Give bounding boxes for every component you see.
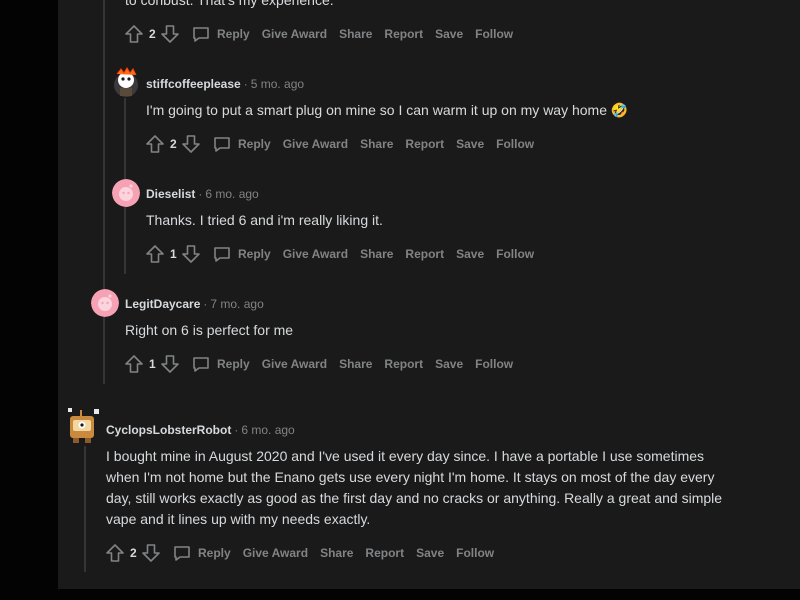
vote-score: 1 (149, 357, 156, 371)
vote-score: 2 (170, 137, 177, 151)
save-button[interactable]: Save (456, 247, 484, 261)
thread-line[interactable] (84, 446, 86, 572)
username-link[interactable]: LegitDaycare (125, 297, 200, 311)
comment-bubble-icon (214, 137, 230, 152)
share-button[interactable]: Share (339, 27, 372, 41)
follow-button[interactable]: Follow (496, 137, 534, 151)
report-button[interactable]: Report (405, 137, 444, 151)
give-award-button[interactable]: Give Award (283, 247, 348, 261)
give-award-button[interactable]: Give Award (262, 357, 327, 371)
avatar[interactable] (112, 179, 140, 207)
username-link[interactable]: Dieselist (146, 187, 195, 201)
reply-button[interactable]: Reply (191, 354, 250, 374)
comment-body: Right on 6 is perfect for me (125, 322, 294, 338)
save-button[interactable]: Save (456, 137, 484, 151)
thread-line[interactable] (103, 0, 105, 384)
give-award-button[interactable]: Give Award (243, 546, 308, 560)
separator-dot: · (203, 297, 208, 311)
comment-bubble-icon (174, 546, 190, 561)
comment-body: Thanks. I tried 6 and i'm really liking … (146, 212, 383, 228)
comment-line: vape and it lines up with my needs exact… (106, 511, 371, 527)
separator-dot: · (198, 187, 203, 201)
timestamp[interactable]: 6 mo. ago (241, 423, 294, 437)
share-button[interactable]: Share (360, 247, 393, 261)
downvote-icon[interactable] (159, 353, 181, 375)
comment-meta: Dieselist · 6 mo. ago (146, 186, 259, 202)
comment-actions: 1 Reply Give Award Share Report Save Fol… (144, 242, 534, 266)
share-button[interactable]: Share (360, 137, 393, 151)
downvote-icon[interactable] (180, 243, 202, 265)
save-button[interactable]: Save (416, 546, 444, 560)
report-button[interactable]: Report (384, 357, 423, 371)
upvote-icon[interactable] (104, 542, 126, 564)
report-button[interactable]: Report (365, 546, 404, 560)
upvote-icon[interactable] (144, 243, 166, 265)
comment-line: I bought mine in August 2020 and I've us… (106, 448, 705, 464)
save-button[interactable]: Save (435, 357, 463, 371)
share-button[interactable]: Share (320, 546, 353, 560)
comment-actions: 2 Reply Give Award Share Report Save Fol… (123, 22, 513, 46)
comment-meta: CyclopsLobsterRobot · 6 mo. ago (106, 422, 295, 438)
comment-actions: 1 Reply Give Award Share Report Save Fol… (123, 352, 513, 376)
timestamp[interactable]: 6 mo. ago (205, 187, 258, 201)
reply-button[interactable]: Reply (172, 543, 231, 563)
downvote-icon[interactable] (159, 23, 181, 45)
comment-line: day, still works exactly as good as the … (106, 490, 723, 506)
follow-button[interactable]: Follow (456, 546, 494, 560)
comment-body: to conbust. That's my experience. (125, 0, 334, 8)
report-button[interactable]: Report (384, 27, 423, 41)
timestamp[interactable]: 5 mo. ago (251, 77, 304, 91)
upvote-icon[interactable] (144, 133, 166, 155)
upvote-icon[interactable] (123, 23, 145, 45)
report-button[interactable]: Report (405, 247, 444, 261)
separator-dot: · (243, 77, 248, 91)
timestamp[interactable]: 7 mo. ago (210, 297, 263, 311)
vote-score: 2 (149, 27, 156, 41)
username-link[interactable]: CyclopsLobsterRobot (106, 423, 231, 437)
share-button[interactable]: Share (339, 357, 372, 371)
username-link[interactable]: stiffcoffeeplease (146, 77, 241, 91)
comment-meta: stiffcoffeeplease · 5 mo. ago (146, 76, 304, 92)
reply-button[interactable]: Reply (191, 24, 250, 44)
follow-button[interactable]: Follow (475, 357, 513, 371)
comment-line: when I'm not home but the Enano gets use… (106, 469, 715, 485)
upvote-icon[interactable] (123, 353, 145, 375)
separator-dot: · (234, 423, 239, 437)
downvote-icon[interactable] (180, 133, 202, 155)
follow-button[interactable]: Follow (475, 27, 513, 41)
avatar[interactable] (111, 66, 141, 98)
reply-button[interactable]: Reply (212, 134, 271, 154)
comment-meta: LegitDaycare · 7 mo. ago (125, 296, 264, 312)
comment-body: I bought mine in August 2020 and I've us… (106, 446, 786, 530)
follow-button[interactable]: Follow (496, 247, 534, 261)
downvote-icon[interactable] (140, 542, 162, 564)
avatar[interactable] (66, 406, 100, 444)
give-award-button[interactable]: Give Award (283, 137, 348, 151)
comment-body: I'm going to put a smart plug on mine so… (146, 102, 629, 118)
comment-bubble-icon (214, 247, 230, 262)
vote-score: 2 (130, 546, 137, 560)
comment-actions: 2 Reply Give Award Share Report Save Fol… (144, 132, 534, 156)
reply-button[interactable]: Reply (212, 244, 271, 264)
vote-score: 1 (170, 247, 177, 261)
give-award-button[interactable]: Give Award (262, 27, 327, 41)
avatar[interactable] (91, 289, 119, 317)
comment-bubble-icon (193, 357, 209, 372)
comment-bubble-icon (193, 27, 209, 42)
save-button[interactable]: Save (435, 27, 463, 41)
comment-actions: 2 Reply Give Award Share Report Save Fol… (104, 541, 494, 565)
